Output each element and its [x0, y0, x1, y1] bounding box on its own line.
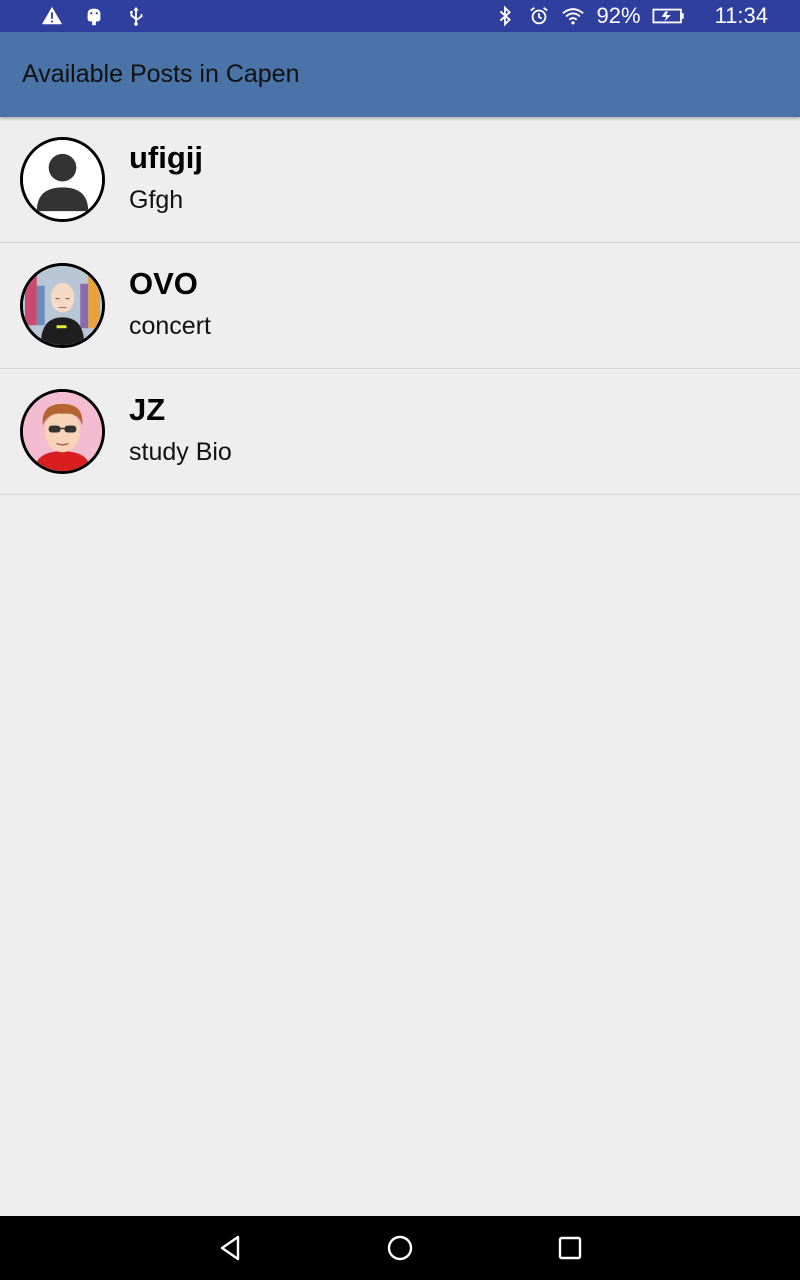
status-left-icons — [40, 0, 148, 32]
post-text: ufigij Gfgh — [129, 139, 203, 217]
list-item[interactable]: ufigij Gfgh — [0, 117, 800, 243]
alarm-icon — [527, 4, 551, 28]
recents-icon[interactable] — [554, 1232, 586, 1264]
bald-man-avatar — [20, 263, 105, 348]
post-name: JZ — [129, 392, 166, 427]
post-description: study Bio — [129, 438, 232, 466]
post-description: concert — [129, 312, 211, 340]
sunglasses-man-avatar — [20, 389, 105, 474]
post-text: OVO concert — [129, 265, 211, 343]
page-title: Available Posts in Capen — [22, 60, 300, 88]
wifi-icon — [561, 4, 585, 28]
post-text: JZ study Bio — [129, 391, 232, 469]
navigation-bar — [0, 1216, 800, 1280]
battery-percent: 92% — [596, 3, 641, 28]
clock: 11:34 — [714, 3, 768, 28]
post-list: ufigij Gfgh OVO concert JZ study Bio — [0, 117, 800, 495]
post-description: Gfgh — [129, 186, 184, 214]
usb-icon — [124, 4, 148, 28]
android-icon — [82, 4, 106, 28]
list-item[interactable]: OVO concert — [0, 243, 800, 369]
warning-icon — [40, 4, 64, 28]
battery-icon — [651, 4, 687, 28]
list-item[interactable]: JZ study Bio — [0, 369, 800, 495]
status-right-icons: 92% 11:34 — [493, 0, 768, 32]
home-icon[interactable] — [384, 1232, 416, 1264]
post-name: ufigij — [129, 140, 204, 175]
status-bar: 92% 11:34 — [0, 0, 800, 32]
post-name: OVO — [129, 266, 198, 301]
bluetooth-icon — [493, 4, 517, 28]
app-bar: Available Posts in Capen — [0, 32, 800, 117]
back-icon[interactable] — [214, 1232, 246, 1264]
default-person-avatar — [20, 137, 105, 222]
